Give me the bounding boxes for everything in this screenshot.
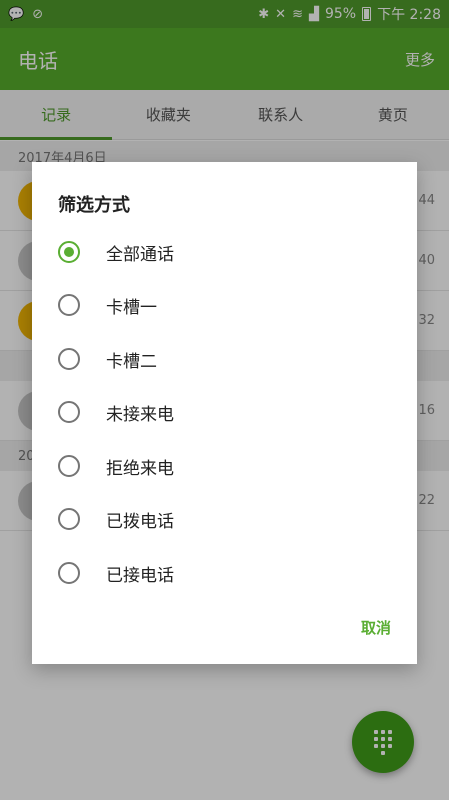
filter-option-sim2[interactable]: 卡槽二: [58, 339, 388, 379]
filter-option-rejected[interactable]: 拒绝来电: [58, 446, 388, 486]
radio-unchecked[interactable]: [58, 401, 80, 423]
radio-unchecked[interactable]: [58, 455, 80, 477]
filter-option-sim1[interactable]: 卡槽一: [58, 285, 388, 325]
option-label: 已接电话: [106, 565, 174, 586]
filter-dialog: 筛选方式 全部通话 卡槽一 卡槽二 未接来电 拒绝来电 已拨电话 已接电话 取消: [32, 162, 417, 664]
filter-option-all[interactable]: 全部通话: [58, 232, 388, 272]
radio-checked[interactable]: [58, 241, 80, 263]
option-label: 全部通话: [106, 244, 174, 265]
option-label: 卡槽一: [106, 297, 157, 318]
filter-option-received[interactable]: 已接电话: [58, 553, 388, 593]
radio-unchecked[interactable]: [58, 508, 80, 530]
filter-option-missed[interactable]: 未接来电: [58, 392, 388, 432]
radio-unchecked[interactable]: [58, 562, 80, 584]
cancel-button[interactable]: 取消: [361, 617, 391, 638]
option-label: 未接来电: [106, 404, 174, 425]
radio-unchecked[interactable]: [58, 294, 80, 316]
filter-option-dialed[interactable]: 已拨电话: [58, 499, 388, 539]
option-label: 卡槽二: [106, 351, 157, 372]
radio-unchecked[interactable]: [58, 348, 80, 370]
option-label: 已拨电话: [106, 511, 174, 532]
dialog-title: 筛选方式: [58, 195, 130, 216]
option-label: 拒绝来电: [106, 458, 174, 479]
